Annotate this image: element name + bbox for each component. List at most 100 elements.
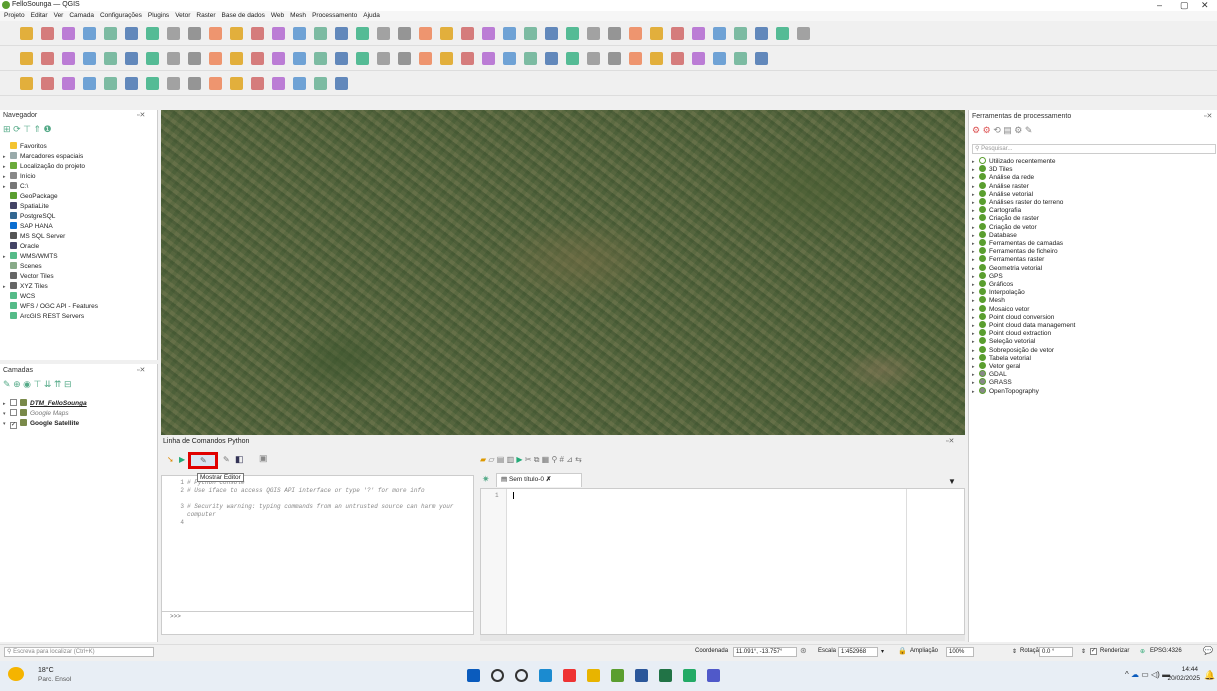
- processing-provider-item[interactable]: ▸ Análises raster do terreno: [972, 198, 1063, 206]
- map-canvas[interactable]: [161, 110, 965, 435]
- toolbar-tool-icon[interactable]: [692, 27, 705, 40]
- menu-ajuda[interactable]: Ajuda: [363, 11, 380, 21]
- python-console-output[interactable]: 1 # Python Console 2 # Use iface to acce…: [161, 475, 474, 635]
- toolbar-tool-icon[interactable]: [524, 27, 537, 40]
- toolbar-tool-icon[interactable]: [461, 52, 474, 65]
- layer-visibility-checkbox[interactable]: ✓: [10, 422, 17, 429]
- editor-scrollbar[interactable]: [480, 635, 965, 641]
- toolbar-tool-icon[interactable]: [293, 27, 306, 40]
- toolbar-tool-icon[interactable]: [104, 52, 117, 65]
- qgis-icon[interactable]: [611, 669, 624, 682]
- copy-icon[interactable]: ⧉: [534, 455, 540, 464]
- expand-arrow-icon[interactable]: ▾: [3, 421, 10, 427]
- browser-item[interactable]: Favoritos: [3, 142, 47, 150]
- run-command-icon[interactable]: ▶: [179, 455, 185, 464]
- run-script-icon[interactable]: ▶: [516, 455, 522, 464]
- processing-provider-item[interactable]: ▸ Interpolação: [972, 288, 1025, 296]
- settings-icon[interactable]: ▣: [259, 453, 268, 464]
- processing-provider-item[interactable]: ▸ Análise raster: [972, 181, 1029, 190]
- toolbar-tool-icon[interactable]: [230, 77, 243, 90]
- toolbar-tool-icon[interactable]: [755, 52, 768, 65]
- expand-arrow-icon[interactable]: ▸: [3, 284, 10, 290]
- toolbar-tool-icon[interactable]: [20, 77, 33, 90]
- processing-provider-item[interactable]: ▸ Ferramentas de ficheiro: [972, 247, 1058, 255]
- menu-base-de-dados[interactable]: Base de dados: [222, 11, 265, 21]
- expand-arrow-icon[interactable]: ▸: [972, 364, 979, 370]
- history-icon[interactable]: ⟲: [993, 125, 1001, 135]
- expand-arrow-icon[interactable]: ▸: [972, 372, 979, 378]
- toolbar-tool-icon[interactable]: [230, 52, 243, 65]
- expand-arrow-icon[interactable]: ▸: [972, 282, 979, 288]
- add-group-icon[interactable]: ⊕: [13, 379, 21, 389]
- expand-arrow-icon[interactable]: ▸: [972, 200, 979, 206]
- processing-provider-item[interactable]: ▸ Vetor geral: [972, 362, 1020, 370]
- toolbar-tool-icon[interactable]: [482, 52, 495, 65]
- comment-icon[interactable]: #: [560, 455, 564, 464]
- messages-icon[interactable]: 💬: [1203, 646, 1213, 655]
- processing-provider-item[interactable]: ▸ Database: [972, 230, 1017, 239]
- toolbar-tool-icon[interactable]: [20, 52, 33, 65]
- toolbar-tool-icon[interactable]: [797, 27, 810, 40]
- toolbar-tool-icon[interactable]: [671, 27, 684, 40]
- refresh-icon[interactable]: ⟳: [13, 124, 21, 134]
- toolbar-tool-icon[interactable]: [167, 52, 180, 65]
- processing-provider-item[interactable]: ▸ Tabela vetorial: [972, 353, 1031, 362]
- panel-close-icon[interactable]: ▫✕: [137, 111, 145, 119]
- onedrive-icon[interactable]: ☁: [1131, 670, 1139, 679]
- browser-item[interactable]: ▸ Localização do projeto: [3, 162, 85, 170]
- toolbar-tool-icon[interactable]: [587, 52, 600, 65]
- toolbar-tool-icon[interactable]: [419, 27, 432, 40]
- toolbar-tool-icon[interactable]: [272, 27, 285, 40]
- crs-globe-icon[interactable]: ⊕: [1140, 648, 1145, 655]
- task-view-icon[interactable]: [515, 669, 528, 682]
- expand-arrow-icon[interactable]: ▸: [972, 249, 979, 255]
- menu-configuracoes[interactable]: Configurações: [100, 11, 142, 21]
- toolbar-tool-icon[interactable]: [608, 52, 621, 65]
- render-checkbox[interactable]: ✓: [1090, 648, 1097, 655]
- expand-arrow-icon[interactable]: ▸: [972, 331, 979, 337]
- toolbar-tool-icon[interactable]: [83, 77, 96, 90]
- expand-arrow-icon[interactable]: ▸: [972, 290, 979, 296]
- file-explorer-icon[interactable]: [587, 669, 600, 682]
- options-icon[interactable]: ⚙: [1014, 125, 1022, 135]
- scale-field[interactable]: 1:452968: [838, 647, 878, 657]
- toolbar-tool-icon[interactable]: [503, 27, 516, 40]
- toolbar-tool-icon[interactable]: [692, 52, 705, 65]
- filter-legend-icon[interactable]: ⊤: [34, 379, 42, 389]
- toolbar-tool-icon[interactable]: [188, 27, 201, 40]
- minimize-button[interactable]: –: [1157, 0, 1162, 10]
- toolbar-tool-icon[interactable]: [566, 52, 579, 65]
- toolbar-tool-icon[interactable]: [566, 27, 579, 40]
- open-file-icon[interactable]: ▰: [480, 455, 486, 464]
- processing-close-icon[interactable]: ▫✕: [1204, 112, 1212, 120]
- processing-provider-item[interactable]: ▸ Criação de vetor: [972, 222, 1037, 231]
- toolbar-tool-icon[interactable]: [62, 27, 75, 40]
- menu-projeto[interactable]: Projeto: [4, 11, 25, 21]
- toolbar-tool-icon[interactable]: [608, 27, 621, 40]
- expand-arrow-icon[interactable]: ▸: [972, 184, 979, 190]
- toolbar-tool-icon[interactable]: [671, 52, 684, 65]
- processing-provider-item[interactable]: ▸ Mosaico vetor: [972, 304, 1029, 313]
- browser-item[interactable]: ▸ WMS/WMTS: [3, 252, 58, 260]
- layer-visibility-checkbox[interactable]: [10, 399, 17, 406]
- chat-icon[interactable]: [683, 669, 696, 682]
- close-button[interactable]: ✕: [1201, 0, 1209, 11]
- toolbar-tool-icon[interactable]: [356, 52, 369, 65]
- expand-arrow-icon[interactable]: ▸: [972, 175, 979, 181]
- toolbar-tool-icon[interactable]: [377, 52, 390, 65]
- processing-provider-item[interactable]: ▸ Ferramentas de camadas: [972, 239, 1063, 247]
- toolbar-tool-icon[interactable]: [83, 27, 96, 40]
- toolbar-tool-icon[interactable]: [251, 27, 264, 40]
- toolbar-tool-icon[interactable]: [356, 27, 369, 40]
- toolbar-tool-icon[interactable]: [314, 27, 327, 40]
- processing-provider-item[interactable]: ▸ 3D Tiles: [972, 165, 1012, 173]
- expand-arrow-icon[interactable]: ▸: [972, 307, 979, 313]
- save-icon[interactable]: ▤: [497, 455, 505, 464]
- lock-icon[interactable]: 🔒: [898, 647, 907, 655]
- crs-label[interactable]: EPSG:4326: [1150, 648, 1182, 654]
- browser-item[interactable]: GeoPackage: [3, 192, 58, 200]
- toolbar-tool-icon[interactable]: [293, 77, 306, 90]
- browser-item[interactable]: ArcGIS REST Servers: [3, 312, 84, 320]
- processing-provider-item[interactable]: ▸ Criação de raster: [972, 214, 1039, 222]
- collapse-icon[interactable]: ⇑: [33, 124, 41, 134]
